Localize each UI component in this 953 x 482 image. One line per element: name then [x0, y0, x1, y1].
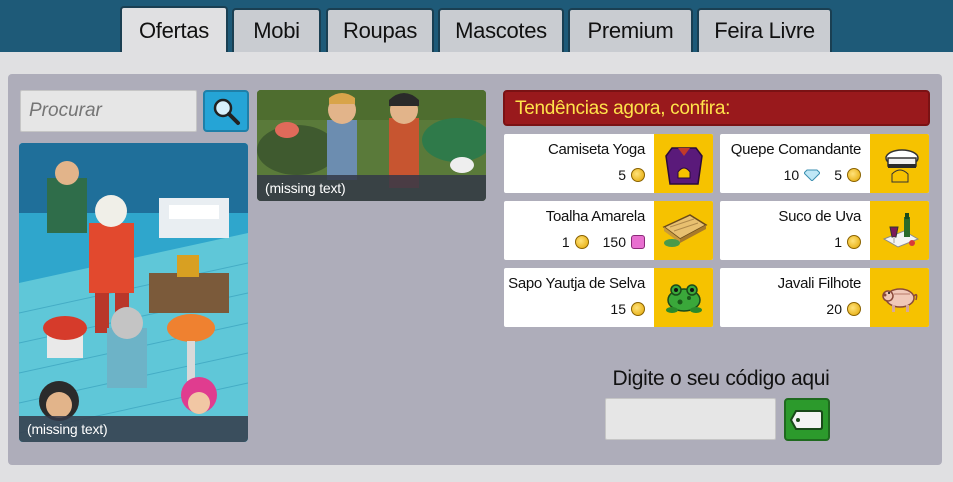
tab-premium[interactable]: Premium: [568, 8, 693, 52]
promo-large-caption: (missing text): [19, 416, 248, 442]
diamond-icon: [804, 169, 821, 181]
price-amount: 5: [618, 167, 626, 183]
yellow-towel-icon: [662, 213, 707, 247]
jungle-frog-icon: [665, 283, 702, 313]
price-amount-gems: 150: [602, 234, 626, 250]
item-thumbnail: [654, 268, 713, 327]
coin-icon: [631, 302, 645, 316]
coin-icon: [847, 168, 861, 182]
trending-header: Tendências agora, confira:: [503, 90, 930, 126]
item-name: Toalha Amarela: [545, 208, 646, 225]
tab-feira-livre[interactable]: Feira Livre: [697, 8, 832, 52]
trending-item-toalha-amarela[interactable]: Toalha Amarela 1 150: [504, 201, 713, 260]
coin-icon: [574, 235, 589, 249]
item-name: Camiseta Yoga: [547, 141, 645, 158]
item-thumbnail: [654, 134, 713, 193]
item-thumbnail: [654, 201, 713, 260]
offers-panel: (missing text) (missing text) Tendências…: [0, 52, 953, 482]
trending-item-javali-filhote[interactable]: Javali Filhote 20: [720, 268, 929, 327]
magnifier-icon: [213, 98, 240, 125]
pink-gem-icon: [631, 235, 645, 249]
price-amount-diamonds: 10: [783, 167, 800, 183]
item-price: 1 150: [562, 234, 645, 250]
promo-banner-small[interactable]: (missing text): [257, 90, 486, 201]
purple-shirt-icon: [664, 146, 703, 185]
price-amount-coins: 1: [561, 234, 570, 250]
trending-item-camiseta-yoga[interactable]: Camiseta Yoga 5: [504, 134, 713, 193]
tab-mascotes[interactable]: Mascotes: [438, 8, 564, 52]
promo-banner-large[interactable]: (missing text): [19, 143, 248, 442]
item-price: 5: [618, 167, 645, 183]
price-amount: 1: [834, 234, 842, 250]
coin-icon: [847, 235, 861, 249]
tab-mobi[interactable]: Mobi: [232, 8, 321, 52]
item-price: 1: [834, 234, 861, 250]
trending-item-quepe-comandante[interactable]: Quepe Comandante 10 5: [720, 134, 929, 193]
tab-ofertas[interactable]: Ofertas: [120, 6, 228, 54]
item-price: 15: [610, 301, 645, 317]
item-price: 20: [826, 301, 861, 317]
search-input[interactable]: [20, 90, 197, 132]
price-amount: 20: [826, 301, 842, 317]
baby-boar-icon: [881, 287, 917, 312]
item-name: Quepe Comandante: [730, 141, 862, 158]
search-button[interactable]: [203, 90, 249, 132]
voucher-code-input[interactable]: [605, 398, 776, 440]
grape-juice-icon: [882, 212, 919, 248]
item-name: Sapo Yautja de Selva: [508, 275, 645, 292]
item-thumbnail: [870, 268, 929, 327]
tag-icon: [790, 409, 823, 430]
item-name: Javali Filhote: [777, 275, 862, 292]
redeem-code-button[interactable]: [784, 398, 830, 441]
item-name: Suco de Uva: [778, 208, 861, 225]
voucher-code-label: Digite o seu código aqui: [612, 367, 830, 390]
coin-icon: [631, 168, 645, 182]
catalog-tab-bar: Ofertas Mobi Roupas Mascotes Premium Fei…: [0, 0, 953, 54]
trending-item-sapo-yautja-de-selva[interactable]: Sapo Yautja de Selva 15: [504, 268, 713, 327]
price-amount: 15: [610, 301, 626, 317]
captain-hat-icon: [884, 148, 919, 182]
item-thumbnail: [870, 201, 929, 260]
coin-icon: [847, 302, 861, 316]
price-amount-coins: 5: [834, 167, 842, 183]
tab-roupas[interactable]: Roupas: [326, 8, 434, 52]
offers-content: (missing text) (missing text) Tendências…: [8, 74, 942, 465]
item-price: 10 5: [784, 167, 861, 183]
item-thumbnail: [870, 134, 929, 193]
trending-item-suco-de-uva[interactable]: Suco de Uva 1: [720, 201, 929, 260]
promo-image-pixel-room: [19, 143, 248, 442]
promo-small-caption: (missing text): [257, 175, 486, 201]
